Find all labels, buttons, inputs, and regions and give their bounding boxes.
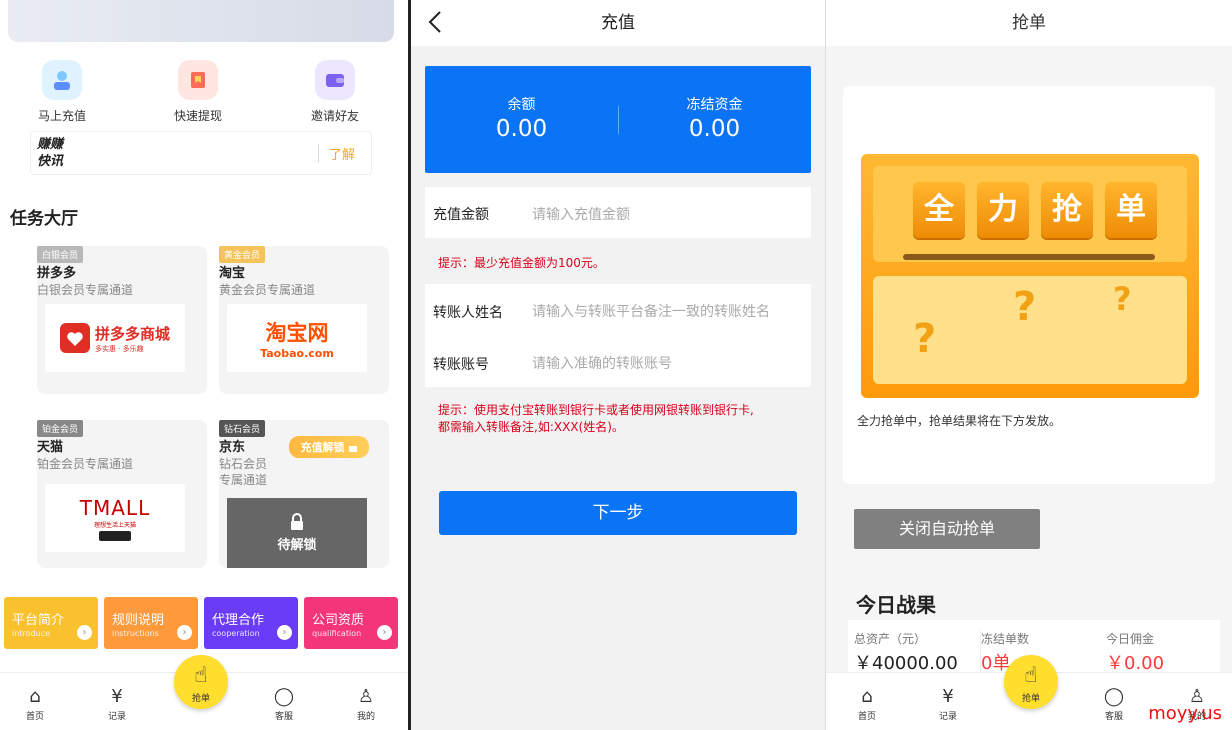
member-badge: 铂金会员 bbox=[37, 420, 84, 437]
yen-record-icon: ¥ bbox=[111, 686, 123, 707]
amount-input[interactable]: 请输入充值金额 bbox=[532, 204, 630, 224]
top-banner[interactable] bbox=[8, 0, 394, 42]
recharge-unlock-button[interactable]: 充值解锁 bbox=[289, 436, 369, 458]
home-panel: 马上充值 快速提现 邀请好友 赚赚 快讯 了解 任务大厅 白银会员 拼多多 白银… bbox=[0, 0, 408, 730]
tab-service[interactable]: ◯ 客服 bbox=[1089, 686, 1139, 723]
task-card-pinduoduo[interactable]: 白银会员 拼多多 白银会员专属通道 拼多多商城 多实惠 · 多乐趣 bbox=[37, 246, 207, 394]
quick-recharge-button[interactable]: 马上充值 bbox=[12, 60, 112, 124]
tile-qualification[interactable]: 公司资质 qualification › bbox=[304, 597, 398, 649]
chat-icon: ◯ bbox=[273, 686, 295, 707]
card-subtitle: 白银会员专属通道 bbox=[37, 283, 134, 297]
card-subtitle: 钻石会员 专属通道 bbox=[219, 457, 268, 487]
tmall-cat-icon bbox=[99, 530, 131, 541]
chat-icon: ◯ bbox=[1103, 686, 1125, 707]
person-wallet-icon bbox=[42, 60, 82, 100]
tab-service[interactable]: ◯ 客服 bbox=[259, 686, 309, 723]
grab-card: 全 力 抢 单 ? ? ? 全力抢单中，抢单结果将在下方发放。 bbox=[843, 86, 1215, 484]
question-mark-icon: ? bbox=[1013, 284, 1037, 330]
card-subtitle: 铂金会员专属通道 bbox=[37, 457, 134, 471]
balance-card: 余额 0.00 冻结资金 0.00 bbox=[425, 66, 811, 173]
balance: 余额 0.00 bbox=[495, 97, 548, 142]
quick-action-label: 邀请好友 bbox=[310, 109, 359, 123]
lock-small-icon bbox=[348, 446, 357, 452]
pointer-hand-icon: ☝ bbox=[1024, 663, 1038, 688]
pinduoduo-logo: 拼多多商城 多实惠 · 多乐趣 bbox=[45, 304, 185, 372]
task-card-taobao[interactable]: 黄金会员 淘宝 黄金会员专属通道 淘宝网 Taobao.com bbox=[219, 246, 389, 394]
question-mark-icon: ? bbox=[913, 316, 937, 362]
invite-friend-button[interactable]: 邀请好友 bbox=[285, 60, 385, 124]
home-icon: ⌂ bbox=[861, 686, 873, 707]
page-title: 充值 bbox=[411, 0, 825, 46]
grab-panel: 抢单 全 力 抢 单 ? ? ? 全力抢单中，抢单结果将在下方发放。 关闭自动抢… bbox=[826, 0, 1232, 730]
member-badge: 黄金会员 bbox=[219, 246, 266, 263]
lock-icon bbox=[291, 513, 303, 530]
task-card-tmall[interactable]: 铂金会员 天猫 铂金会员专属通道 TMALL 理想生活上天猫 bbox=[37, 420, 207, 568]
arrow-right-icon: › bbox=[77, 625, 92, 640]
locked-overlay[interactable]: 待解锁 bbox=[227, 498, 367, 568]
amount-field[interactable]: 充值金额 请输入充值金额 bbox=[425, 187, 811, 238]
tile-introduce[interactable]: 平台简介 introduce › bbox=[4, 597, 98, 649]
question-mark-icon: ? bbox=[1113, 280, 1132, 318]
yen-record-icon: ¥ bbox=[942, 686, 954, 707]
arrow-right-icon: › bbox=[377, 625, 392, 640]
min-amount-hint: 提示：最少充值金额为100元。 bbox=[438, 256, 605, 270]
stat-today-commission: 今日佣金 ￥0.00 bbox=[1106, 632, 1165, 674]
tab-grab[interactable]: ☝ 抢单 bbox=[1004, 655, 1058, 709]
payer-name-input[interactable]: 请输入与转账平台备注一致的转账姓名 bbox=[532, 301, 770, 321]
tile-instructions[interactable]: 规则说明 instructions › bbox=[104, 597, 198, 649]
section-title: 任务大厅 bbox=[10, 209, 78, 229]
tab-mine[interactable]: ♙ 我的 bbox=[341, 686, 391, 723]
stop-auto-grab-button[interactable]: 关闭自动抢单 bbox=[854, 509, 1040, 549]
card-name: 拼多多 bbox=[37, 266, 77, 281]
tab-records[interactable]: ¥ 记录 bbox=[923, 686, 973, 723]
quick-withdraw-button[interactable]: 快速提现 bbox=[148, 60, 248, 124]
member-badge: 白银会员 bbox=[37, 246, 84, 263]
member-badge: 钻石会员 bbox=[219, 420, 266, 437]
bottom-tab-bar: ⌂ 首页 ¥ 记录 ☝ 抢单 ◯ 客服 ♙ 我的 bbox=[0, 655, 408, 730]
next-button[interactable]: 下一步 bbox=[439, 491, 797, 535]
watermark-text: moyy.us bbox=[1148, 703, 1222, 724]
payer-name-field[interactable]: 转账人姓名 请输入与转账平台备注一致的转账姓名 bbox=[425, 284, 811, 336]
tile-cooperation[interactable]: 代理合作 cooperation › bbox=[204, 597, 298, 649]
grab-machine-image: 全 力 抢 单 ? ? ? bbox=[861, 154, 1199, 398]
recharge-panel: 充值 余额 0.00 冻结资金 0.00 充值金额 请输入充值金额 提示：最少充… bbox=[411, 0, 825, 730]
quick-action-label: 马上充值 bbox=[37, 109, 86, 123]
tab-grab[interactable]: ☝ 抢单 bbox=[174, 655, 228, 709]
today-results-title: 今日战果 bbox=[856, 593, 936, 617]
card-subtitle: 黄金会员专属通道 bbox=[219, 283, 316, 297]
tab-home[interactable]: ⌂ 首页 bbox=[842, 686, 892, 723]
quick-action-label: 快速提现 bbox=[173, 109, 222, 123]
arrow-right-icon: › bbox=[177, 625, 192, 640]
arrow-right-icon: › bbox=[277, 625, 292, 640]
pinduoduo-heart-icon bbox=[59, 323, 90, 353]
card-name: 京东 bbox=[219, 440, 246, 455]
news-bar[interactable]: 赚赚 快讯 了解 bbox=[30, 131, 372, 175]
tmall-logo: TMALL 理想生活上天猫 bbox=[45, 484, 185, 552]
frozen-funds: 冻结资金 0.00 bbox=[686, 97, 743, 142]
user-icon: ♙ bbox=[357, 686, 375, 707]
pointer-hand-icon: ☝ bbox=[194, 663, 208, 688]
page-title: 抢单 bbox=[826, 0, 1232, 46]
task-card-jd[interactable]: 钻石会员 京东 钻石会员 专属通道 充值解锁 待解锁 bbox=[219, 420, 389, 568]
stat-total-assets: 总资产（元） ￥40000.00 bbox=[854, 632, 958, 674]
account-input[interactable]: 请输入准确的转账账号 bbox=[532, 353, 672, 373]
tab-records[interactable]: ¥ 记录 bbox=[92, 686, 142, 723]
card-name: 天猫 bbox=[37, 440, 64, 455]
tab-home[interactable]: ⌂ 首页 bbox=[10, 686, 60, 723]
news-logo: 赚赚 快讯 bbox=[37, 137, 64, 169]
wallet-icon bbox=[315, 60, 355, 100]
card-name: 淘宝 bbox=[219, 266, 246, 281]
grab-status-text: 全力抢单中，抢单结果将在下方发放。 bbox=[857, 414, 1062, 428]
bookmark-icon bbox=[178, 60, 218, 100]
taobao-logo: 淘宝网 Taobao.com bbox=[227, 304, 367, 372]
transfer-hint: 提示：使用支付宝转账到银行卡或者使用网银转账到银行卡, 都需输入转账备注,如:X… bbox=[438, 403, 754, 434]
home-icon: ⌂ bbox=[29, 686, 41, 707]
learn-more-link[interactable]: 了解 bbox=[317, 144, 355, 163]
back-icon[interactable] bbox=[427, 0, 443, 48]
account-field[interactable]: 转账账号 请输入准确的转账账号 bbox=[425, 336, 811, 387]
